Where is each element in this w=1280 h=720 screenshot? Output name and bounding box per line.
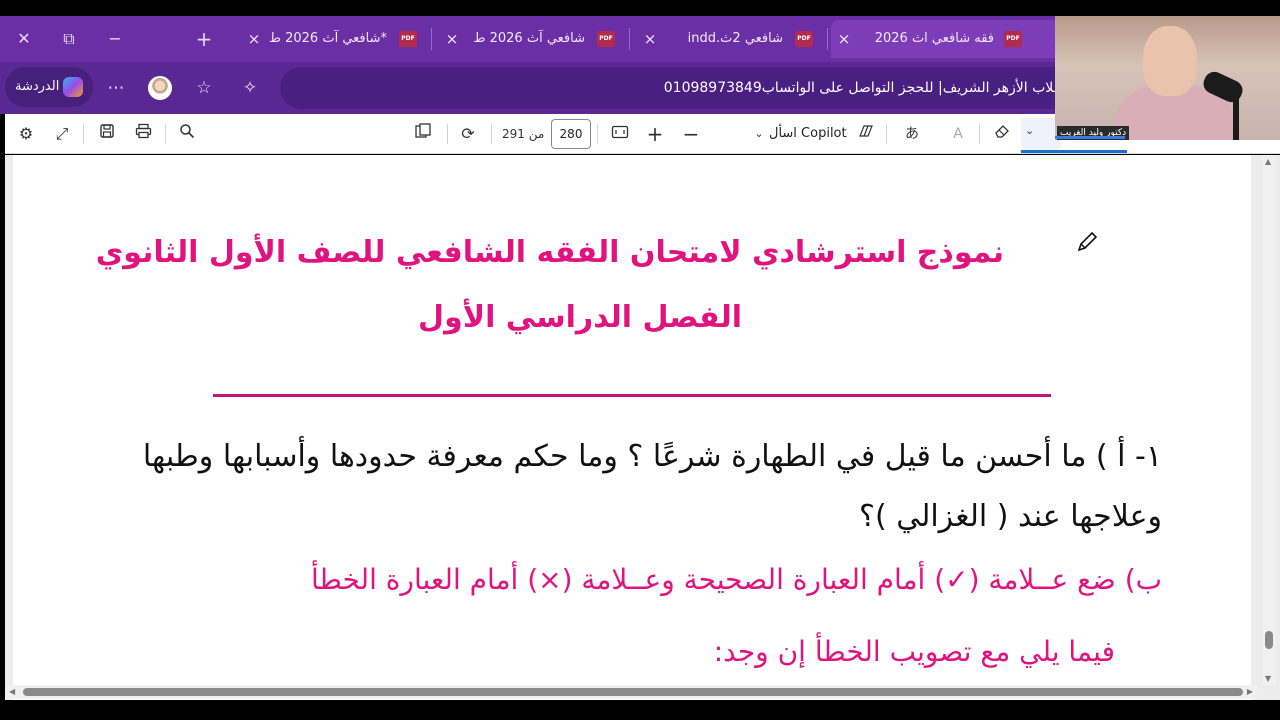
zoom-out-icon[interactable]: − [679,122,703,146]
profile-avatar[interactable] [148,76,172,100]
tab-2[interactable]: PDF شافعي 2ث.indd × [633,20,823,58]
close-tab-icon[interactable]: × [245,20,263,58]
toolbar-divider [886,124,887,144]
question-2-line-1: ب) ضع عــلامة (✓) أمام العبارة الصحيحة و… [310,563,1162,596]
pdf-viewer: نموذج استرشادي لامتحان الفقه الشافعي للص… [5,155,1280,700]
question-2-line-2: فيما يلي مع تصويب الخطأ إن وجد: [713,635,1115,668]
pdf-page: نموذج استرشادي لامتحان الفقه الشافعي للص… [13,155,1251,700]
scroll-right-icon[interactable]: ▶ [1247,685,1253,699]
browser-window: ✕ ⧉ − + PDF *شافعي آث 2026 ط × PDF شافعي… [0,0,1280,720]
tab-title: فقه شافعي اث 2026 [874,31,994,46]
minimize-window-icon[interactable]: − [101,26,129,52]
close-tab-icon[interactable]: × [835,20,853,58]
tab-3[interactable]: PDF شافعي آث 2026 ط × [435,20,625,58]
fullscreen-icon[interactable]: ⤢ [50,122,74,146]
active-tool-indicator [1021,150,1127,153]
zoom-in-icon[interactable]: + [643,122,667,146]
question-1-line-2: وعلاجها عند ( الغزالي )؟ [859,499,1162,534]
document-title: نموذج استرشادي لامتحان الفقه الشافعي للص… [95,235,1004,270]
scroll-left-icon[interactable]: ◀ [9,685,15,699]
search-icon[interactable] [175,122,199,146]
toolbar-divider [447,124,448,144]
pdf-icon: PDF [795,31,813,47]
read-aloud-icon[interactable]: A [946,122,970,146]
question-1-line-1: ١- أ ) ما أحسن ما قيل في الطهارة شرعًا ؟… [142,439,1162,474]
copilot-chat-label: الدردشة [15,79,60,94]
new-tab-button[interactable]: + [190,26,218,52]
tab-title: شافعي 2ث.indd [687,31,783,46]
page-count: من 291 [502,127,545,141]
scroll-thumb[interactable] [23,688,1243,696]
translate-icon[interactable]: あ [900,122,924,146]
copilot-icon[interactable] [854,122,878,146]
webcam-accent-bar [1055,136,1125,139]
ask-copilot-button[interactable]: اسأل Copilot [769,122,847,146]
restore-window-icon[interactable]: ⧉ [55,26,83,52]
pencil-cursor-icon [1077,231,1098,252]
document-subtitle: الفصل الدراسي الأول [418,300,742,335]
extensions-icon[interactable]: ✧ [238,76,262,100]
title-divider [213,394,1051,397]
toolbar-divider [83,124,84,144]
close-tab-icon[interactable]: × [443,20,461,58]
presenter-head [1143,26,1197,96]
page-view-icon[interactable] [411,122,435,146]
copilot-chat-button[interactable]: الدردشة [5,67,93,107]
tab-divider [629,28,630,50]
toolbar-divider [165,124,166,144]
pdf-icon: PDF [399,31,417,47]
scroll-thumb[interactable] [1265,631,1273,649]
tab-divider [431,28,432,50]
scroll-down-icon[interactable]: ▼ [1265,674,1271,683]
chevron-down-icon: ⌄ [1025,124,1035,137]
print-icon[interactable] [131,122,155,146]
favorites-icon[interactable]: ☆ [192,76,216,100]
close-tab-icon[interactable]: × [641,20,659,58]
tab-4[interactable]: PDF *شافعي آث 2026 ط × [237,20,427,58]
toolbar-divider [979,124,980,144]
webcam-overlay: دكتور وليد الغريب [1055,16,1280,140]
tab-active[interactable]: PDF فقه شافعي اث 2026 × [831,20,1060,58]
pdf-icon: PDF [1004,31,1022,47]
close-window-icon[interactable]: ✕ [10,26,38,52]
eraser-icon[interactable] [990,122,1014,146]
mic-stand [1233,94,1239,140]
toolbar-divider [597,124,598,144]
tab-title: شافعي آث 2026 ط [473,31,585,46]
tab-title: *شافعي آث 2026 ط [268,31,387,46]
chevron-down-icon[interactable]: ⌄ [747,122,771,146]
copilot-logo-icon [63,77,83,97]
toolbar-divider [491,124,492,144]
save-icon[interactable] [95,122,119,146]
scroll-up-icon[interactable]: ▲ [1265,157,1271,166]
vertical-scrollbar[interactable]: ▲ ▼ [1262,155,1276,685]
rotate-icon[interactable]: ⟳ [456,122,480,146]
tab-divider [827,28,828,50]
page-number-input[interactable]: 280 [551,119,591,149]
horizontal-scrollbar[interactable]: ◀ ▶ [5,685,1257,699]
settings-gear-icon[interactable]: ⚙ [14,122,38,146]
pdf-icon: PDF [597,31,615,47]
more-options-icon[interactable]: ⋯ [104,76,128,100]
fit-page-icon[interactable] [608,122,632,146]
